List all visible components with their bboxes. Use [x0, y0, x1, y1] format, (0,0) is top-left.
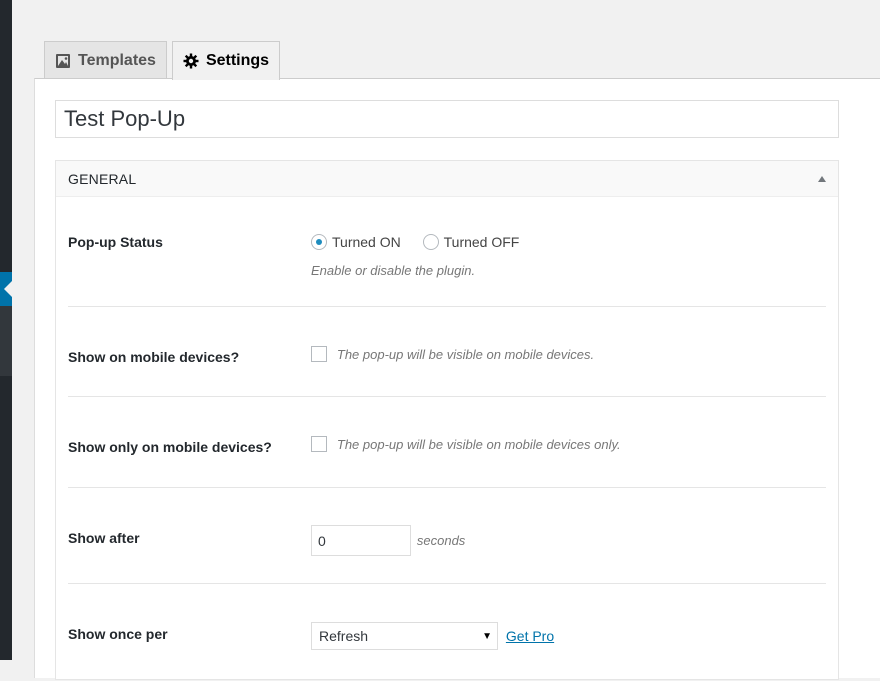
mobile-control: The pop-up will be visible on mobile dev…	[311, 345, 595, 363]
show-after-unit: seconds	[416, 533, 466, 548]
show-once-select[interactable]: Refresh ▼	[311, 622, 498, 650]
show-after-input[interactable]	[311, 525, 411, 556]
mobile-only-checkbox[interactable]	[311, 436, 327, 453]
show-once-row: Show once per Refresh ▼ Get Pro	[68, 584, 826, 681]
show-after-control: seconds	[311, 525, 465, 556]
popup-title-input[interactable]	[55, 100, 839, 138]
mobile-only-row: Show only on mobile devices? The pop-up …	[68, 397, 826, 488]
show-after-row: Show after seconds	[68, 488, 826, 584]
popup-status-description: Enable or disable the plugin.	[311, 263, 476, 278]
popup-status-row: Pop-up Status Turned ON Turned OFF Enabl…	[68, 197, 826, 307]
settings-panel: GENERAL Pop-up Status Turned ON Turned O…	[34, 78, 880, 680]
mobile-checkbox[interactable]	[311, 346, 327, 363]
radio-turned-on-label: Turned ON	[332, 234, 401, 251]
radio-turned-on[interactable]	[311, 234, 327, 251]
general-settings-box: GENERAL Pop-up Status Turned ON Turned O…	[55, 160, 839, 680]
mobile-only-label: Show only on mobile devices?	[68, 439, 272, 455]
dropdown-caret-icon: ▼	[482, 630, 492, 642]
radio-turned-off-label: Turned OFF	[443, 234, 520, 251]
collapse-arrow-icon[interactable]	[818, 175, 826, 182]
tab-settings-label: Settings	[205, 52, 270, 69]
mobile-only-control: The pop-up will be visible on mobile dev…	[311, 435, 621, 453]
mobile-row: Show on mobile devices? The pop-up will …	[68, 307, 826, 397]
tab-templates-label: Templates	[78, 51, 156, 69]
general-box-header[interactable]: GENERAL	[56, 161, 838, 197]
tab-templates[interactable]: Templates	[44, 41, 167, 79]
admin-sidebar	[0, 0, 12, 660]
current-item-arrow-icon	[4, 281, 12, 297]
tab-bar: Templates Settings	[44, 41, 281, 80]
show-once-label: Show once per	[68, 626, 168, 642]
gear-icon	[183, 53, 199, 69]
tab-settings[interactable]: Settings	[171, 41, 281, 80]
general-heading: GENERAL	[68, 170, 137, 187]
show-once-selected: Refresh	[319, 628, 369, 644]
image-icon	[55, 53, 71, 69]
radio-turned-off[interactable]	[422, 234, 439, 251]
mobile-only-description: The pop-up will be visible on mobile dev…	[336, 436, 621, 452]
popup-status-label: Pop-up Status	[68, 234, 163, 250]
popup-status-options: Turned ON Turned OFF	[311, 233, 537, 251]
mobile-label: Show on mobile devices?	[68, 349, 240, 365]
show-once-control: Refresh ▼ Get Pro	[311, 622, 554, 650]
get-pro-link[interactable]: Get Pro	[506, 628, 554, 644]
show-after-label: Show after	[68, 530, 140, 546]
mobile-description: The pop-up will be visible on mobile dev…	[336, 346, 595, 362]
